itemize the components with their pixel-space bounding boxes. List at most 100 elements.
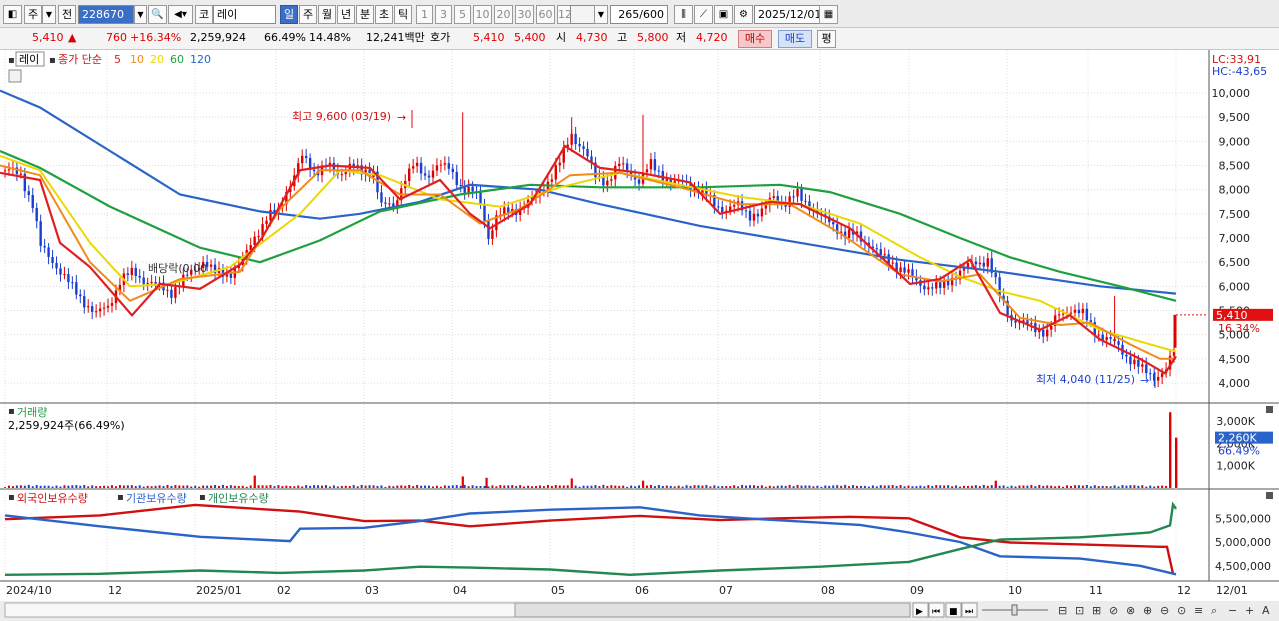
volume-bar — [653, 486, 656, 488]
candle-body — [1145, 364, 1148, 374]
period-button-2[interactable]: 월 — [318, 5, 336, 24]
volume-bar — [721, 485, 724, 488]
interval-button-1[interactable]: 1 — [416, 5, 433, 24]
search-icon[interactable]: 🔍 — [148, 5, 167, 24]
volume-bar — [1137, 485, 1140, 488]
interval-button-60[interactable]: 60 — [536, 5, 555, 24]
calendar-icon[interactable]: ▦ — [819, 5, 838, 24]
candle-body — [384, 202, 387, 204]
ma-title: 종가 단순 — [58, 53, 102, 66]
volume-bar — [118, 485, 121, 488]
candle-body — [610, 179, 613, 181]
panel-menu-icon: ▪ — [8, 406, 15, 417]
volume-bar — [590, 485, 593, 488]
candle-body — [578, 144, 581, 147]
candle-body — [998, 277, 1001, 296]
candle-body — [447, 163, 451, 169]
period-button-1[interactable]: 주 — [299, 5, 317, 24]
candle-body — [554, 165, 558, 180]
period-button-5[interactable]: 초 — [375, 5, 393, 24]
count-input[interactable]: 265/600 — [610, 5, 668, 24]
volume-bar — [915, 486, 918, 488]
low-label: 저 — [676, 31, 687, 44]
volume-bar — [194, 485, 197, 488]
candle-body — [491, 230, 494, 239]
line-tool-icon[interactable]: ⟋ — [694, 5, 713, 24]
stock-chart[interactable]: 10,000 9,500 9,000 8,500 8,000 7,500 7,000 6,50… — [0, 50, 1279, 621]
code-dropdown-icon[interactable]: ▼ — [134, 5, 147, 24]
volume-bar — [384, 486, 387, 488]
period-button-3[interactable]: 년 — [337, 5, 355, 24]
interval-button-20[interactable]: 20 — [494, 5, 513, 24]
volume-bar — [638, 485, 641, 488]
volume-bar — [162, 486, 165, 488]
volume-bar — [875, 486, 878, 488]
period-button-6[interactable]: 틱 — [394, 5, 412, 24]
volume-bar — [47, 485, 50, 488]
date-input[interactable]: 2025/12/01 — [754, 5, 821, 24]
volume-bar — [364, 485, 367, 488]
volume-bar — [630, 485, 633, 488]
volume-bar — [978, 486, 981, 488]
volume-bar — [63, 485, 66, 488]
volume-bar — [824, 485, 827, 488]
volume-bar — [461, 476, 464, 488]
candle-body — [67, 274, 70, 283]
market-select[interactable]: 주 — [24, 5, 42, 24]
chart-tool-icon-0: ⊟ — [1058, 604, 1067, 617]
volume-bar — [35, 485, 38, 488]
gear-icon[interactable]: ⚙ — [734, 5, 753, 24]
volume-bar — [1069, 485, 1072, 488]
volume-bar — [1010, 485, 1013, 488]
period-button-0[interactable]: 일 — [280, 5, 298, 24]
candle-type-icon[interactable]: ⫼ — [674, 5, 693, 24]
interval-dropdown-icon[interactable]: ▼ — [594, 5, 608, 24]
candle-body — [1105, 337, 1108, 341]
volume-bar — [221, 484, 224, 488]
volume-bar — [665, 485, 668, 488]
candle-body — [974, 261, 978, 265]
eval-button[interactable]: 평 — [817, 30, 836, 48]
volume-bar — [158, 485, 161, 488]
interval-button-30[interactable]: 30 — [515, 5, 534, 24]
interval-button-10[interactable]: 10 — [473, 5, 492, 24]
volume-bar — [107, 486, 110, 488]
volume-bar — [1050, 485, 1053, 488]
volume-bar — [138, 485, 141, 488]
candle-body — [431, 170, 435, 178]
volume-bar — [95, 486, 98, 488]
candle-body — [3, 170, 7, 172]
ma-legend-60: 60 — [170, 53, 184, 66]
volume-bar — [622, 485, 625, 488]
volume-bar — [844, 484, 847, 488]
interval-button-5[interactable]: 5 — [454, 5, 471, 24]
stock-name-field[interactable]: 레이 — [213, 5, 276, 24]
candle-body — [1081, 308, 1085, 314]
speaker-icon[interactable]: ◀▾ — [168, 5, 193, 24]
candle-body — [1117, 341, 1120, 345]
candle-body — [83, 296, 86, 308]
candle-body — [71, 282, 74, 284]
buy-button[interactable]: 매수 — [738, 30, 772, 48]
candle-body — [986, 258, 989, 267]
candle-body — [55, 262, 58, 269]
x-axis-label: 12/01 — [1216, 584, 1248, 597]
volume-bar — [1002, 485, 1005, 488]
volume-bar — [820, 486, 823, 488]
sell-button[interactable]: 매도 — [778, 30, 812, 48]
stock-code-input[interactable]: 228670 — [78, 5, 134, 24]
interval-button-3[interactable]: 3 — [435, 5, 452, 24]
volume-bar — [618, 485, 621, 488]
layout-icon[interactable]: ◧ — [3, 5, 22, 24]
full-button[interactable]: 전 — [58, 5, 76, 24]
candle-body — [1069, 312, 1073, 314]
candle-body — [1097, 334, 1100, 336]
chart-tool-icon-7: ⊙ — [1177, 604, 1186, 617]
save-icon[interactable]: ▣ — [714, 5, 733, 24]
holdings-tick: 4,500,000 — [1215, 560, 1271, 573]
chart-tool-icon-8: ≡ — [1194, 604, 1203, 617]
chevron-down-icon[interactable]: ▼ — [42, 5, 56, 24]
period-button-4[interactable]: 분 — [356, 5, 374, 24]
chart-tool-icon-9: ⌕ — [1211, 604, 1217, 617]
price-tick: 8,500 — [1219, 160, 1251, 173]
